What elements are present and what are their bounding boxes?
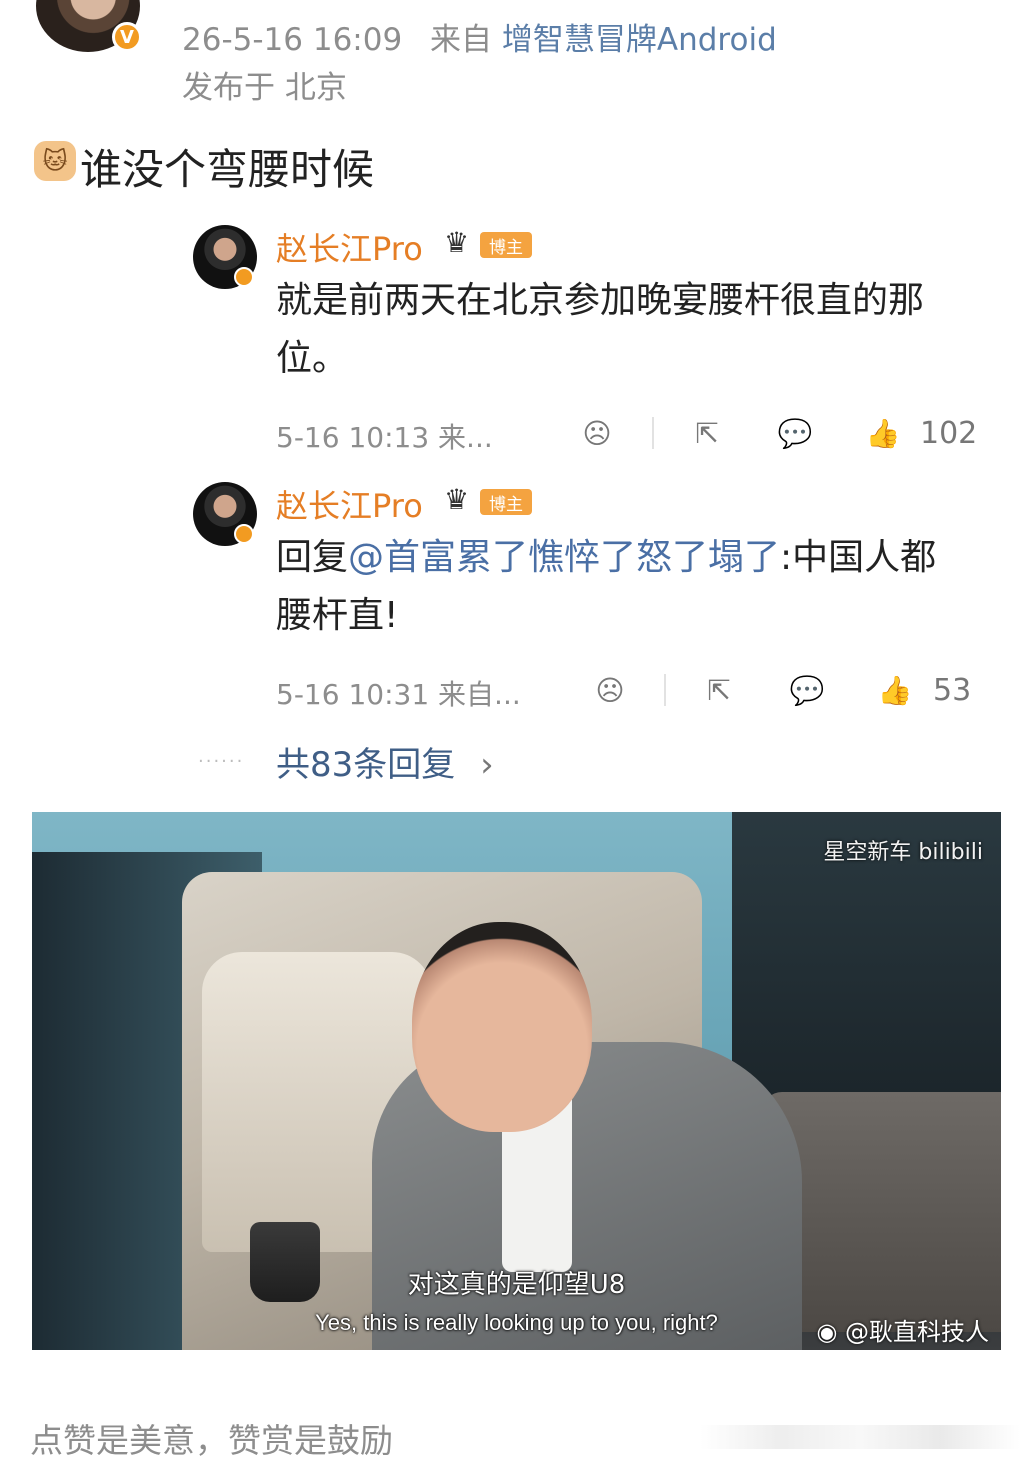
comment-author[interactable]: 赵长江Pro <box>276 224 423 270</box>
dislike-face-icon[interactable]: ☹ <box>580 416 614 450</box>
verified-icon <box>234 524 254 544</box>
post-meta: 26-5-16 16:09 来自 增智慧冒牌Android <box>182 14 777 59</box>
divider <box>652 417 654 449</box>
more-replies-label: 共83条回复 <box>276 745 456 785</box>
comment-icon[interactable]: 💬 <box>790 673 825 707</box>
more-dots: ...... <box>198 746 245 767</box>
post-location: 发布于 北京 <box>182 70 347 106</box>
comment-text: 回复@首富累了憔悴了怒了塌了:中国人都腰杆直! <box>276 529 956 645</box>
divider <box>664 674 666 706</box>
post-timestamp: 26-5-16 16:09 <box>182 22 403 58</box>
comment-meta: 5-16 10:13 来... <box>276 421 493 454</box>
like-count: 102 <box>920 416 978 451</box>
crown-icon: ♛ <box>444 226 470 259</box>
like-icon[interactable]: 👍 <box>878 673 913 707</box>
video-watermark-bottom: ◉ @耿直科技人 <box>816 1312 989 1347</box>
video-watermark-top: 星空新车 bilibili <box>823 840 983 865</box>
verified-icon <box>234 267 254 287</box>
cat-emoji-icon: 🐱 <box>34 141 76 181</box>
comment-meta: 5-16 10:31 来自... <box>276 678 521 711</box>
like-icon[interactable]: 👍 <box>866 416 901 450</box>
comment-author[interactable]: 赵长江Pro <box>276 481 423 527</box>
video-frame[interactable]: 星空新车 bilibili 对这真的是仰望U8 Yes, this is rea… <box>32 812 1001 1350</box>
footer-text: 点赞是美意，赞赏是鼓励 <box>30 1421 393 1460</box>
crown-icon: ♛ <box>444 483 470 516</box>
verified-icon: V <box>112 22 142 52</box>
share-icon[interactable]: ⇱ <box>702 673 736 707</box>
source-prefix: 来自 <box>430 22 493 58</box>
blogger-tag: 博主 <box>480 232 532 258</box>
man-head <box>412 922 592 1132</box>
footer-blur <box>700 1425 1020 1449</box>
reply-prefix: 回复 <box>276 537 349 578</box>
comment-icon[interactable]: 💬 <box>778 416 813 450</box>
dislike-face-icon[interactable]: ☹ <box>593 673 627 707</box>
comment-text: 就是前两天在北京参加晚宴腰杆很直的那位。 <box>276 280 925 379</box>
share-icon[interactable]: ⇱ <box>690 416 724 450</box>
post-text: 谁没个弯腰时候 <box>80 145 375 194</box>
mention-link[interactable]: @首富累了憔悴了怒了塌了 <box>348 537 780 578</box>
blogger-tag: 博主 <box>480 489 532 515</box>
weibo-icon: ◉ <box>816 1318 838 1346</box>
like-count: 53 <box>933 673 972 708</box>
more-replies-link[interactable]: 共83条回复 › <box>276 737 494 786</box>
subtitle-zh: 对这真的是仰望U8 <box>407 1270 626 1300</box>
watermark-text: @耿直科技人 <box>845 1318 989 1346</box>
post-source[interactable]: 增智慧冒牌Android <box>502 22 777 58</box>
chevron-right-icon: › <box>480 745 494 785</box>
